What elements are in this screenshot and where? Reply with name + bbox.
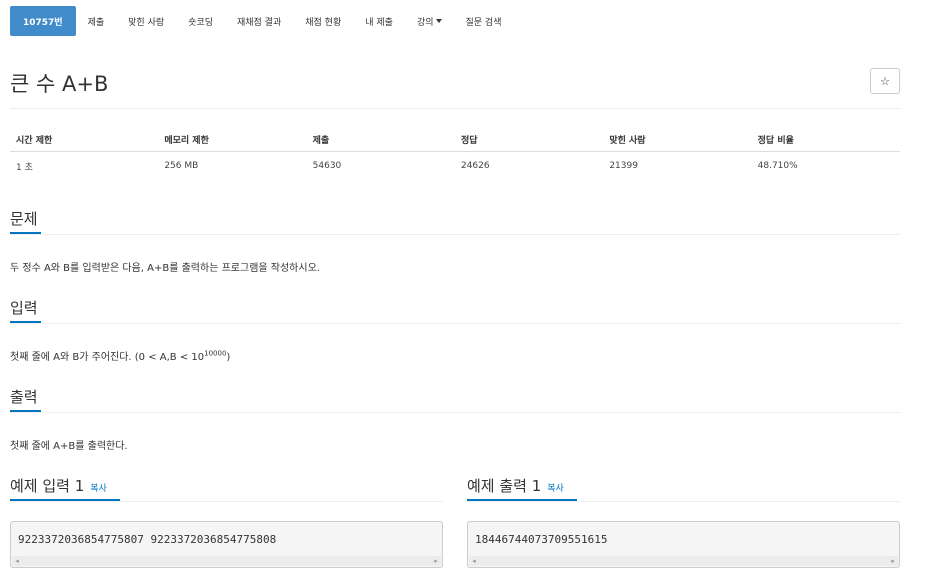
horizontal-scrollbar[interactable]: ◂ ▸ <box>469 556 898 566</box>
tab-judge-status[interactable]: 채점 현황 <box>293 6 353 36</box>
caret-down-icon <box>435 19 442 23</box>
tab-label: 내 제출 <box>365 17 393 28</box>
horizontal-scrollbar[interactable]: ◂ ▸ <box>12 556 441 566</box>
section-title-description: 문제 <box>10 210 38 228</box>
section-title-output: 출력 <box>10 388 38 406</box>
sample-input-box[interactable]: 9223372036854775807 9223372036854775808 … <box>10 521 443 568</box>
tab-label: 숏코딩 <box>188 17 213 28</box>
tab-label: 10757번 <box>23 17 63 28</box>
scroll-right-icon[interactable]: ▸ <box>888 556 898 566</box>
problem-title: 큰 수 A+B <box>10 72 109 96</box>
scroll-left-icon[interactable]: ◂ <box>469 556 479 566</box>
section-divider <box>10 323 900 324</box>
header-solved-users: 맞힌 사람 <box>609 136 646 146</box>
tab-label: 채점 현황 <box>305 17 342 28</box>
section-title-input: 입력 <box>10 299 38 317</box>
header-accepted: 정답 <box>460 136 478 146</box>
header-submissions: 제출 <box>312 136 330 146</box>
sample-output-box[interactable]: 18446744073709551615 ◂ ▸ <box>467 521 900 568</box>
tab-short-coding[interactable]: 숏코딩 <box>176 6 225 36</box>
accepted-value: 24626 <box>460 161 490 171</box>
tab-label: 제출 <box>87 17 105 28</box>
scroll-right-icon[interactable]: ▸ <box>431 556 441 566</box>
star-icon: ☆ <box>880 74 890 88</box>
section-divider <box>467 501 900 502</box>
memory-limit-value: 256 MB <box>164 161 199 171</box>
tab-problem[interactable]: 10757번 <box>10 6 76 36</box>
tab-label: 맞힌 사람 <box>128 17 165 28</box>
stats-table-row: 1 초 256 MB 54630 24626 21399 48.710% <box>10 153 900 179</box>
tab-submit[interactable]: 제출 <box>76 6 117 36</box>
sample-output-code: 18446744073709551615 <box>475 533 608 546</box>
tab-rejudge-results[interactable]: 재채점 결과 <box>225 6 293 36</box>
title-divider <box>10 108 900 109</box>
sample-input-title: 예제 입력 1 복사 <box>10 475 107 496</box>
sample-input-heading: 예제 입력 1 <box>10 477 85 495</box>
stats-table-header: 시간 제한 메모리 제한 제출 정답 맞힌 사람 정답 비율 <box>10 128 900 152</box>
input-text-prefix: 첫째 줄에 A와 B가 주어진다. (0 < A,B < 10 <box>10 352 205 363</box>
submissions-value: 54630 <box>312 161 342 171</box>
header-time-limit: 시간 제한 <box>16 136 53 146</box>
header-accept-ratio: 정답 비율 <box>757 136 794 146</box>
input-text-suffix: ) <box>226 352 231 363</box>
output-text: 첫째 줄에 A+B를 출력한다. <box>10 441 128 452</box>
header-memory-limit: 메모리 제한 <box>164 136 209 146</box>
accept-ratio-value: 48.710% <box>757 161 798 171</box>
sample-output-title: 예제 출력 1 복사 <box>467 475 564 496</box>
tab-my-submissions[interactable]: 내 제출 <box>353 6 405 36</box>
time-limit-value: 1 초 <box>16 162 33 173</box>
description-text: 두 정수 A와 B를 입력받은 다음, A+B를 출력하는 프로그램을 작성하시… <box>10 263 320 274</box>
tab-label: 질문 검색 <box>465 17 502 28</box>
input-exponent: 10000 <box>204 349 227 358</box>
scroll-left-icon[interactable]: ◂ <box>12 556 22 566</box>
section-divider <box>10 234 900 235</box>
tab-label: 재채점 결과 <box>236 17 282 28</box>
tab-lectures-dropdown[interactable]: 강의 <box>405 6 454 36</box>
problem-tabs: 10757번 제출 맞힌 사람 숏코딩 재채점 결과 채점 현황 내 제출 강의… <box>10 6 513 36</box>
tab-solved-users[interactable]: 맞힌 사람 <box>116 6 176 36</box>
tab-question-search[interactable]: 질문 검색 <box>454 6 514 36</box>
copy-sample-output-link[interactable]: 복사 <box>547 481 564 494</box>
solved-users-value: 21399 <box>609 161 638 171</box>
section-divider <box>10 412 900 413</box>
sample-output-heading: 예제 출력 1 <box>467 477 542 495</box>
section-divider <box>10 501 443 502</box>
copy-sample-input-link[interactable]: 복사 <box>90 481 107 494</box>
favorite-button[interactable]: ☆ <box>870 68 900 94</box>
sample-input-code: 9223372036854775807 9223372036854775808 <box>18 533 277 546</box>
input-text: 첫째 줄에 A와 B가 주어진다. (0 < A,B < 1010000) <box>10 348 230 363</box>
tab-label: 강의 <box>416 17 434 28</box>
